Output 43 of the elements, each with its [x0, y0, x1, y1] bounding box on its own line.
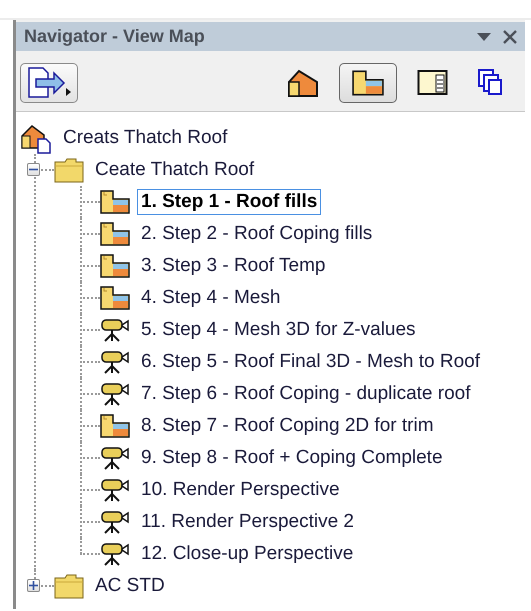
- plus-icon: [29, 581, 38, 590]
- floor-plan-icon: [352, 68, 384, 98]
- tree-item-label[interactable]: Creats Thatch Roof: [59, 125, 232, 151]
- folder-icon: [54, 157, 84, 183]
- house-document-icon: [20, 122, 52, 154]
- tree-item-label[interactable]: 10. Render Perspective: [137, 477, 344, 503]
- document-arrow-icon: [26, 66, 72, 100]
- tree-item-label[interactable]: 5. Step 4 - Mesh 3D for Z-values: [137, 317, 420, 343]
- tree-item-label[interactable]: 7. Step 6 - Roof Coping - duplicate roof: [137, 381, 475, 407]
- camera-icon: [100, 445, 130, 471]
- expand-toggle[interactable]: [27, 579, 40, 592]
- layout-sheet-icon: [417, 69, 449, 97]
- floor-plan-icon: [100, 414, 130, 438]
- camera-icon: [100, 477, 130, 503]
- camera-icon: [100, 349, 130, 375]
- house-icon: [287, 68, 319, 98]
- stacked-pages-icon: [477, 68, 505, 98]
- tree-item-label[interactable]: 4. Step 4 - Mesh: [137, 285, 284, 311]
- camera-icon: [100, 541, 130, 567]
- camera-icon: [100, 317, 130, 343]
- tree-item-label[interactable]: 11. Render Perspective 2: [137, 509, 358, 535]
- toolbar-button[interactable]: [20, 63, 78, 103]
- dropdown-icon[interactable]: [477, 32, 491, 42]
- floor-plan-icon: [100, 254, 130, 278]
- tree-item-label[interactable]: Ceate Thatch Roof: [91, 157, 258, 183]
- floor-plan-icon: [100, 190, 130, 214]
- toolbar-button[interactable]: [339, 63, 397, 103]
- tree-item-label[interactable]: 2. Step 2 - Roof Coping fills: [137, 221, 376, 247]
- tree-item-label[interactable]: 12. Close-up Perspective: [137, 541, 358, 567]
- floor-plan-icon: [100, 286, 130, 310]
- camera-icon: [100, 509, 130, 535]
- tree-item-label[interactable]: 8. Step 7 - Roof Coping 2D for trim: [137, 413, 438, 439]
- tree-item-label[interactable]: 3. Step 3 - Roof Temp: [137, 253, 330, 279]
- panel-title: Navigator - View Map: [24, 26, 206, 47]
- camera-icon: [100, 381, 130, 407]
- close-icon[interactable]: [503, 30, 517, 44]
- collapse-toggle[interactable]: [27, 163, 40, 176]
- tree-item-label[interactable]: 6. Step 5 - Roof Final 3D - Mesh to Roof: [137, 349, 484, 375]
- folder-icon: [54, 573, 84, 599]
- tree-item-label[interactable]: 1. Step 1 - Roof fills: [137, 189, 322, 215]
- floor-plan-icon: [100, 222, 130, 246]
- tree-item-label[interactable]: AC STD: [91, 573, 169, 599]
- tree-item-label[interactable]: 9. Step 8 - Roof + Coping Complete: [137, 445, 447, 471]
